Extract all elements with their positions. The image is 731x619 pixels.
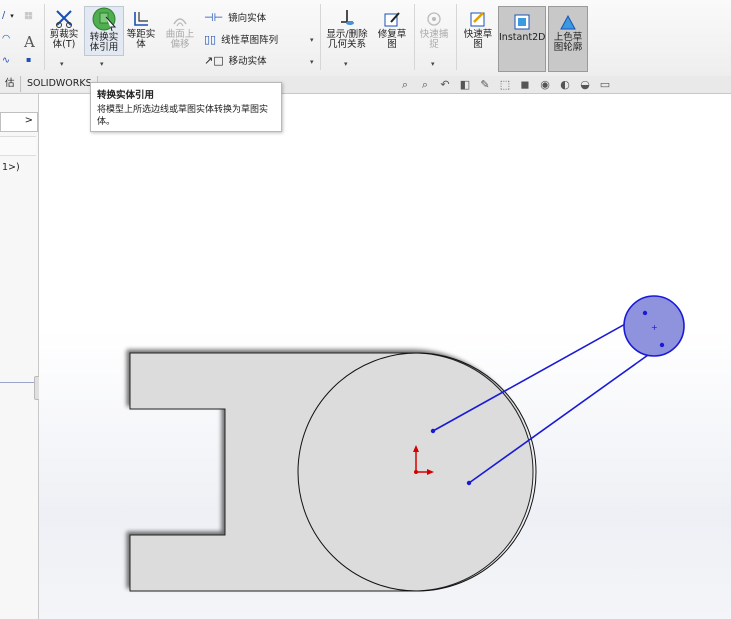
- ribbon-separator: [456, 4, 457, 70]
- relations-icon: [341, 10, 354, 25]
- chevron-down-icon[interactable]: ▾: [60, 60, 64, 68]
- repair-icon: [384, 12, 400, 27]
- convert-entities-label: 转换实 体引用: [89, 32, 119, 53]
- text-tool[interactable]: A: [24, 33, 35, 51]
- chevron-down-icon[interactable]: ▾: [100, 60, 104, 68]
- sketch-canvas[interactable]: +: [39, 94, 731, 619]
- repair-label: 修复草 图: [377, 29, 407, 50]
- quick-snaps-label: 快速捕 捉: [419, 29, 449, 50]
- feature-manager-panel: > 1>): [0, 94, 42, 619]
- heads-up-view-toolbar: ⌕ ⌕ ↶ ◧ ✎ ⬚ ◼ ◉ ◐ ◒ ▭: [398, 79, 612, 93]
- offset-entities-button[interactable]: 等距实 体: [124, 10, 158, 50]
- line-icon: /: [2, 10, 6, 21]
- tab-evaluate[interactable]: 估: [0, 76, 21, 92]
- line-tool[interactable]: / ▾: [2, 10, 14, 21]
- tooltip-title: 转换实体引用: [97, 90, 155, 101]
- move-icon: ↗□: [204, 53, 224, 67]
- point-tool[interactable]: ▪: [26, 55, 31, 64]
- ribbon-separator: [414, 4, 415, 70]
- hide-show-icon[interactable]: ◉: [538, 79, 552, 91]
- convert-entities-button[interactable]: 转换实 体引用: [84, 6, 124, 56]
- surface-offset-label: 曲面上 偏移: [165, 29, 195, 50]
- monitor-icon[interactable]: ▭: [598, 79, 612, 91]
- section-view-icon[interactable]: ◧: [458, 79, 472, 91]
- chevron-down-icon[interactable]: ▾: [431, 60, 435, 68]
- arc-tool[interactable]: ◠: [2, 33, 10, 44]
- trim-label: 剪裁实 体(T): [49, 29, 79, 50]
- grid-icon: ▦: [24, 10, 33, 21]
- arc-icon: ◠: [2, 33, 11, 44]
- point-icon: ▪: [26, 55, 32, 64]
- edit-appearance-icon[interactable]: ◐: [558, 79, 572, 91]
- offset-label: 等距实 体: [126, 29, 156, 50]
- zoom-to-area-icon[interactable]: ⌕: [418, 79, 432, 91]
- tooltip-description: 将模型上所选边线或草图实体转换为草图实体。: [97, 105, 269, 127]
- instant2d-label: Instant2D: [499, 32, 546, 43]
- mirror-icon: ⊣⊢: [204, 10, 224, 24]
- shaded-contour-label: 上色草 图轮廓: [553, 32, 583, 53]
- mirror-entities-button[interactable]: ⊣⊢ 镜向实体: [204, 10, 267, 25]
- sketch-point[interactable]: [659, 342, 665, 348]
- linear-pattern-button[interactable]: ▯▯ 线性草图阵列: [204, 32, 279, 47]
- dynamic-annotation-icon[interactable]: ✎: [478, 79, 492, 91]
- chevron-down-icon: ▾: [10, 11, 14, 20]
- relations-label: 显示/删除 几何关系: [326, 29, 368, 50]
- panel-divider: [0, 382, 36, 383]
- convert-entities-icon: [92, 7, 117, 31]
- rapid-sketch-label: 快速草 图: [463, 29, 493, 50]
- offset-icon: [134, 12, 148, 26]
- previous-view-icon[interactable]: ↶: [438, 79, 452, 91]
- spline-icon: ∿: [2, 55, 10, 66]
- tree-item[interactable]: 1>): [2, 162, 20, 173]
- panel-filter-row[interactable]: [0, 136, 36, 156]
- trim-entities-button[interactable]: 剪裁实 体(T): [46, 8, 82, 50]
- shaded-contour-icon: [560, 14, 576, 30]
- ribbon-separator: [320, 4, 321, 70]
- repair-sketch-button[interactable]: 修复草 图: [374, 10, 410, 50]
- text-icon: A: [24, 33, 35, 51]
- nav-arrow[interactable]: >: [25, 115, 33, 126]
- sketch-point[interactable]: [642, 310, 648, 316]
- move-label: 移动实体: [228, 56, 267, 67]
- scene-icon[interactable]: ◒: [578, 79, 592, 91]
- rapid-sketch-icon: [470, 12, 485, 27]
- instant2d-icon: [514, 14, 530, 30]
- linear-pattern-icon: ▯▯: [204, 32, 217, 46]
- snap-icon: [427, 12, 441, 26]
- view-orientation-icon[interactable]: ⬚: [498, 79, 512, 91]
- display-delete-relations-button[interactable]: 显示/删除 几何关系: [324, 8, 370, 50]
- rapid-sketch-button[interactable]: 快速草 图: [460, 10, 496, 50]
- spline-tool[interactable]: ∿: [2, 55, 10, 66]
- trim-icon: [56, 10, 72, 28]
- sketch-point[interactable]: [466, 480, 472, 486]
- surface-offset-icon: [173, 18, 187, 27]
- circle-center-marker: +: [651, 323, 658, 332]
- command-manager-ribbon: / ▾ ◠ ∿ A ▦ ▪ 剪裁实 体(T) ▾ 转换实 体引用 ▾ 等距实 体…: [0, 0, 731, 77]
- tab-solidworks-addins[interactable]: SOLIDWORKS: [22, 76, 98, 92]
- chevron-down-icon[interactable]: ▾: [344, 60, 348, 68]
- pattern-tool-partial[interactable]: ▦: [24, 10, 33, 21]
- quick-snaps-button[interactable]: 快速捕 捉: [416, 10, 452, 50]
- display-style-icon[interactable]: ◼: [518, 79, 532, 91]
- graphics-area[interactable]: +: [39, 94, 731, 619]
- ribbon-separator: [44, 4, 45, 70]
- shaded-sketch-contours-button[interactable]: 上色草 图轮廓: [548, 6, 588, 72]
- linear-pattern-label: 线性草图阵列: [221, 35, 279, 46]
- tooltip-convert-entities: 转换实体引用 将模型上所选边线或草图实体转换为草图实体。: [90, 82, 282, 132]
- move-entities-button[interactable]: ↗□ 移动实体: [204, 53, 267, 68]
- instant2d-button[interactable]: Instant2D: [498, 6, 546, 72]
- offset-on-surface-button[interactable]: 曲面上 偏移: [162, 12, 198, 50]
- panel-tab-row: >: [0, 112, 38, 132]
- sketch-point[interactable]: [430, 428, 436, 434]
- zoom-to-fit-icon[interactable]: ⌕: [398, 79, 412, 91]
- chevron-down-icon[interactable]: ▾: [310, 36, 314, 44]
- mirror-label: 镜向实体: [228, 13, 267, 24]
- chevron-down-icon[interactable]: ▾: [310, 58, 314, 66]
